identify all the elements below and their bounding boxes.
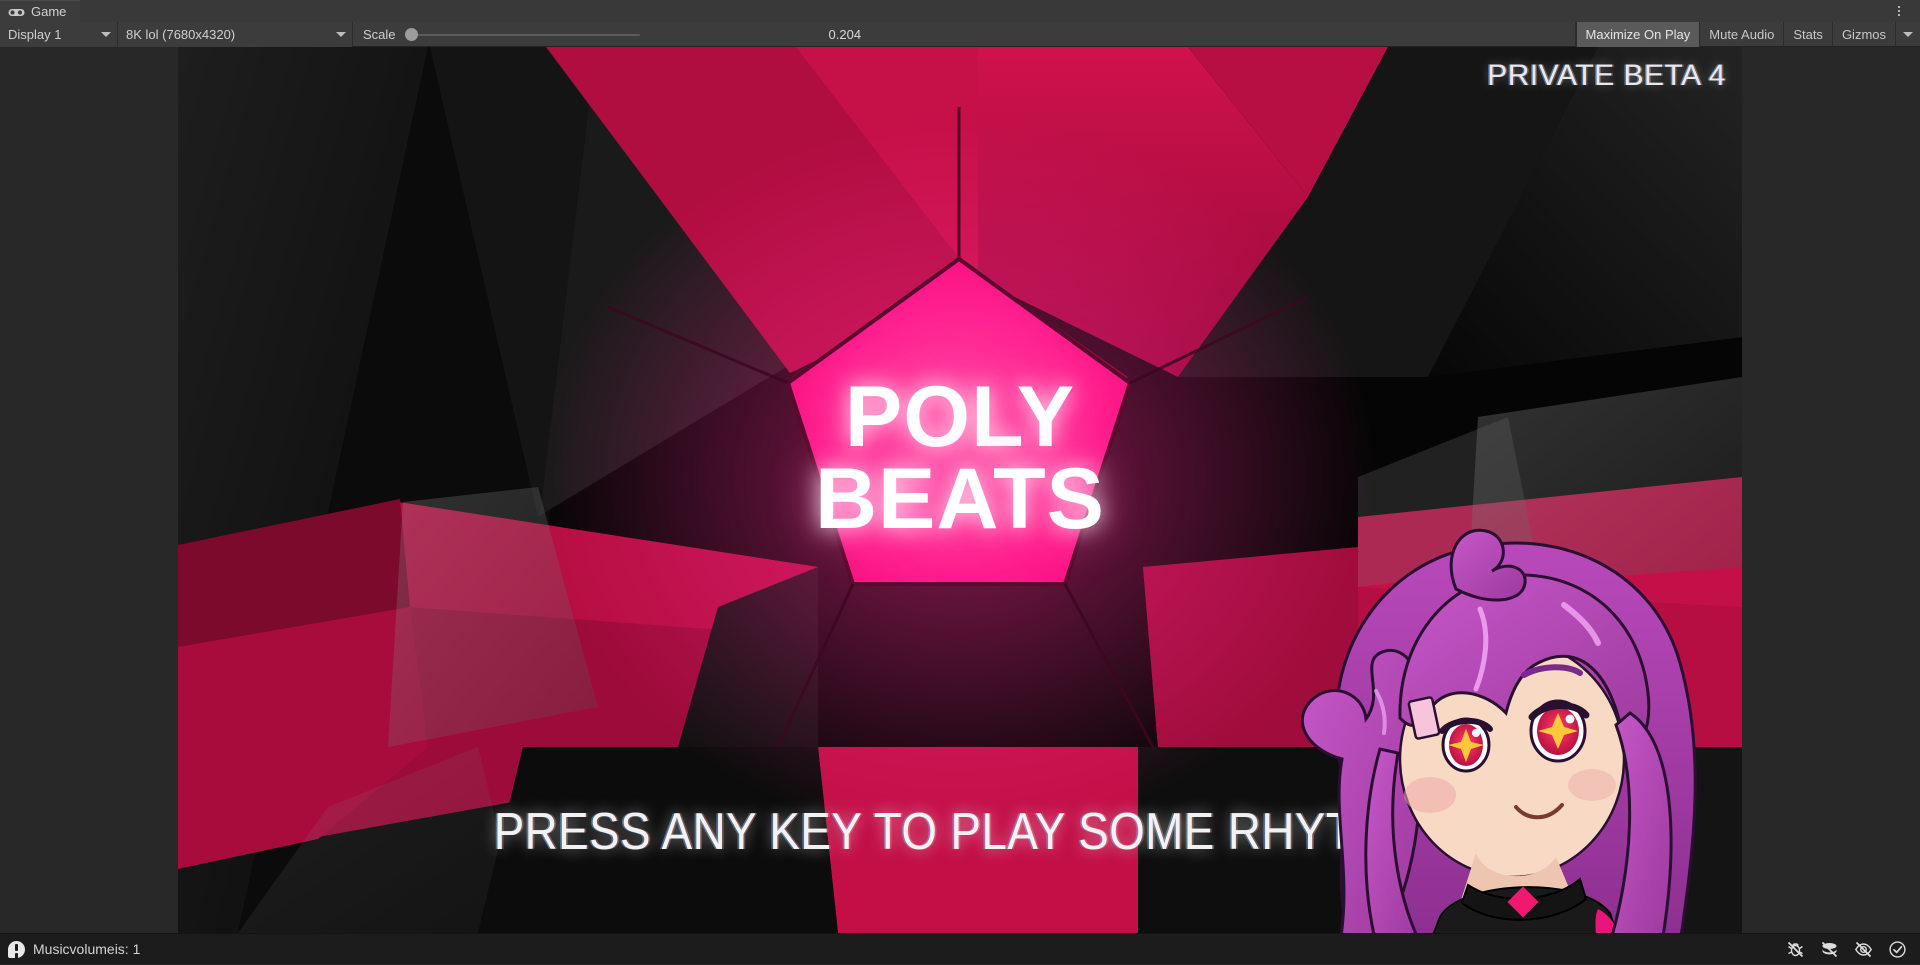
scale-control: Scale 0.204: [353, 22, 1576, 47]
display-dropdown-label: Display 1: [8, 27, 61, 42]
resolution-dropdown-label: 8K lol (7680x4320): [126, 27, 235, 42]
resolution-dropdown[interactable]: 8K lol (7680x4320): [118, 22, 353, 47]
gizmos-label: Gizmos: [1842, 27, 1886, 42]
status-icon-group: [1778, 934, 1920, 965]
gizmos-dropdown-button[interactable]: [1895, 22, 1920, 47]
check-circle-icon[interactable]: [1880, 934, 1914, 965]
status-bar: Musicvolumeis: 1: [0, 933, 1920, 964]
display-dropdown[interactable]: Display 1: [0, 22, 118, 47]
scale-slider[interactable]: [405, 22, 640, 47]
toolbar-right-group: Maximize On Play Mute Audio Stats Gizmos: [1576, 22, 1920, 46]
editor-body: PRIVATE BETA 4 POLY BEATS PRESS ANY KEY …: [0, 47, 1920, 933]
error-log-icon: [8, 941, 25, 958]
chevron-down-icon: [101, 32, 111, 37]
status-message-group[interactable]: Musicvolumeis: 1: [0, 941, 140, 958]
game-view-render-area[interactable]: PRIVATE BETA 4 POLY BEATS PRESS ANY KEY …: [178, 47, 1742, 933]
mute-audio-button[interactable]: Mute Audio: [1699, 22, 1783, 47]
tab-game[interactable]: Game: [0, 0, 80, 22]
scale-slider-track: [405, 34, 640, 36]
game-scene: PRIVATE BETA 4 POLY BEATS PRESS ANY KEY …: [178, 47, 1742, 933]
low-poly-background: [178, 47, 1742, 933]
debug-bug-off-icon[interactable]: [1778, 934, 1812, 965]
layers-collapse-icon[interactable]: [1812, 934, 1846, 965]
status-message: Musicvolumeis: 1: [33, 941, 140, 957]
stats-label: Stats: [1793, 27, 1823, 42]
chevron-down-icon: [1903, 32, 1913, 37]
mute-audio-label: Mute Audio: [1709, 27, 1774, 42]
tab-label: Game: [31, 4, 66, 19]
press-any-key-prompt: PRESS ANY KEY TO PLAY SOME RHYTHM: [494, 802, 1427, 862]
more-options-icon[interactable]: [1888, 0, 1910, 22]
gamepad-icon: [8, 6, 25, 17]
gizmos-button[interactable]: Gizmos: [1832, 22, 1895, 47]
game-view-toolbar: Display 1 8K lol (7680x4320) Scale 0.204…: [0, 22, 1920, 47]
stats-button[interactable]: Stats: [1783, 22, 1832, 47]
scale-label: Scale: [363, 27, 396, 42]
visibility-off-icon[interactable]: [1846, 934, 1880, 965]
window-tab-bar: Game: [0, 0, 1920, 22]
maximize-on-play-button[interactable]: Maximize On Play: [1576, 22, 1700, 47]
chevron-down-icon: [336, 32, 346, 37]
scale-value: 0.204: [829, 27, 862, 42]
scale-slider-handle[interactable]: [405, 28, 418, 41]
build-version-label: PRIVATE BETA 4: [1487, 59, 1726, 93]
maximize-on-play-label: Maximize On Play: [1586, 27, 1691, 42]
